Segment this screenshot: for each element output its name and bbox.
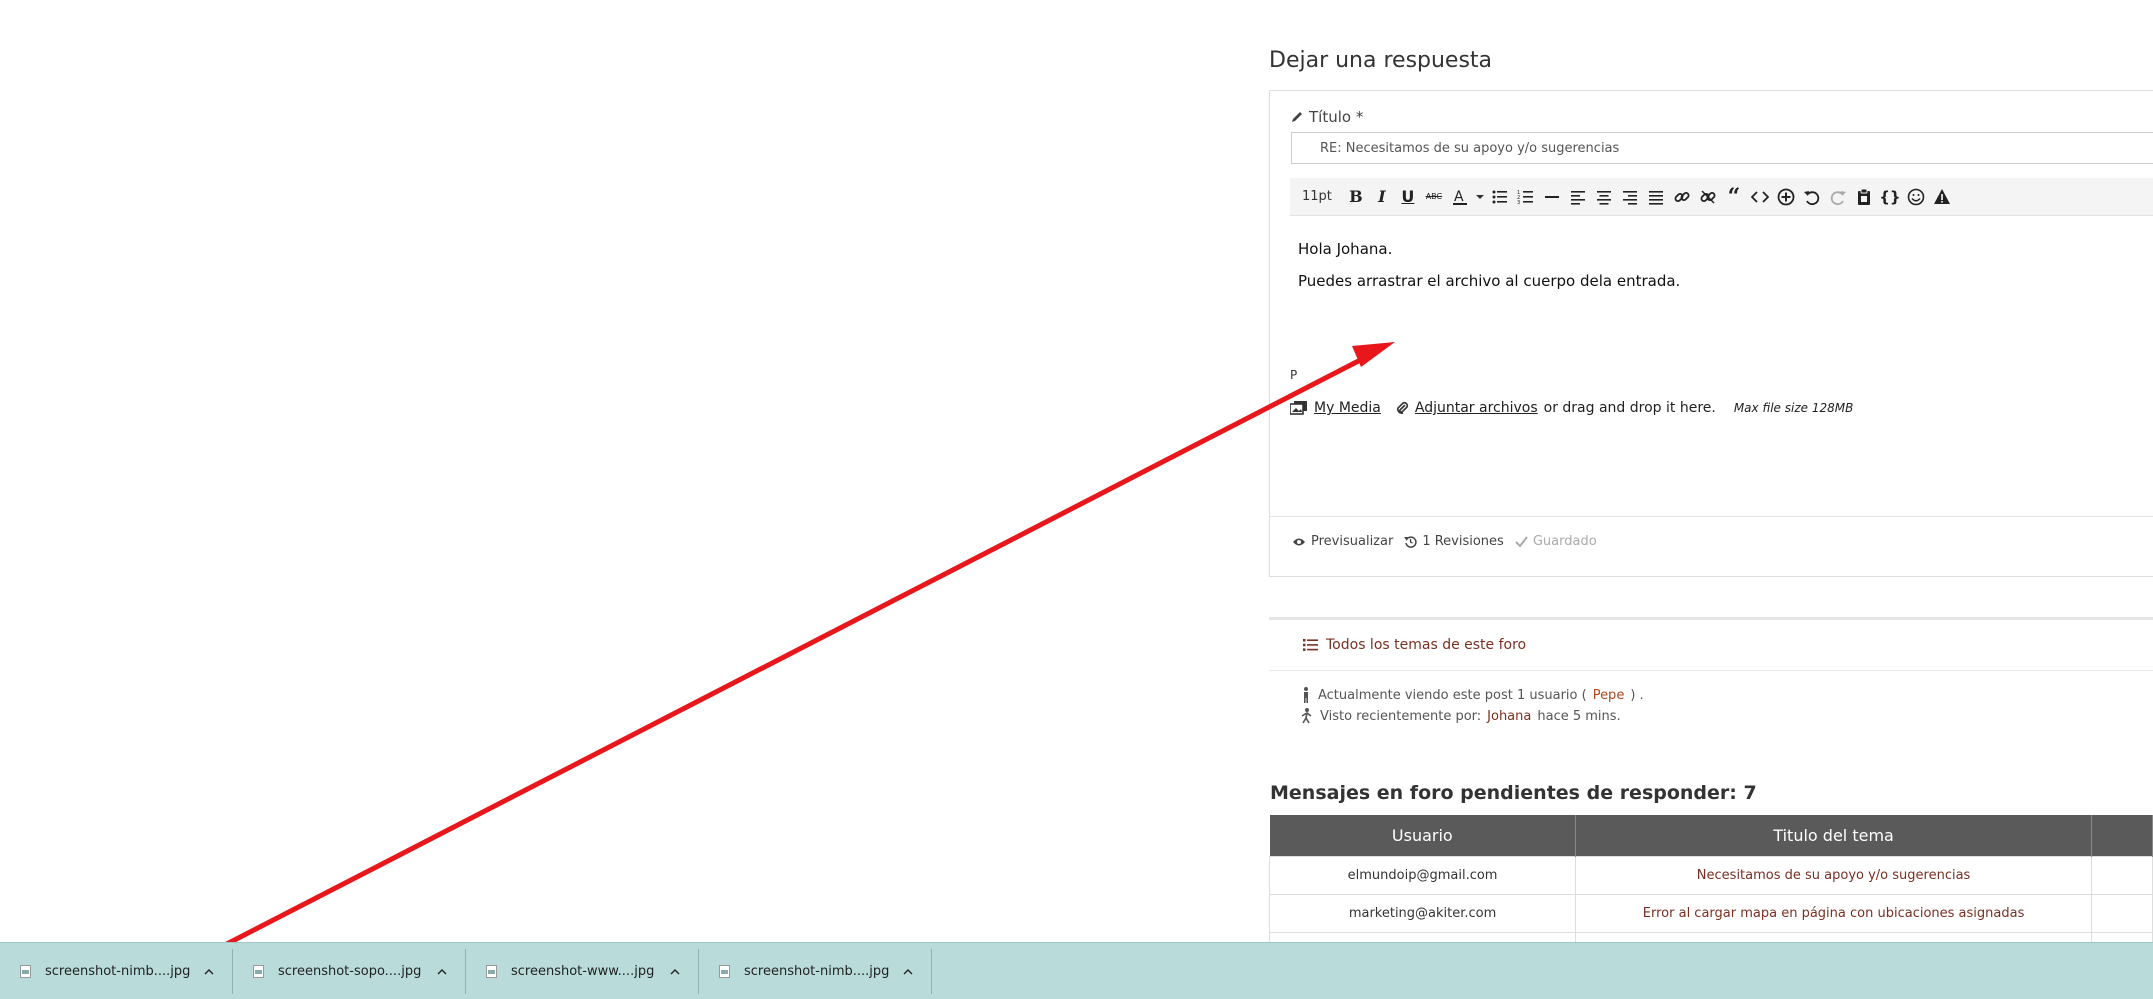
row-user: marketing@akiter.com	[1268, 894, 1577, 933]
recent-user-link[interactable]: Johana	[1487, 709, 1531, 724]
row-topic-link[interactable]: Error al cargar mapa en página con ubica…	[1575, 894, 2093, 933]
header-user[interactable]: Usuario	[1269, 815, 1577, 857]
viewing-now: Actualmente viendo este post 1 usuario (…	[1300, 687, 1644, 703]
revisions-link[interactable]: 1 Revisiones	[1422, 534, 1504, 549]
file-icon	[20, 964, 31, 978]
shortcode-icon[interactable]: {}	[1878, 184, 1902, 210]
pencil-icon	[1292, 112, 1302, 122]
max-file-size: Max file size 128MB	[1733, 401, 1854, 415]
header-topic[interactable]: Titulo del tema	[1575, 815, 2093, 857]
bold-icon[interactable]: B	[1344, 184, 1368, 210]
recent-prefix: Visto recientemente por:	[1320, 708, 1482, 724]
recent-suffix: hace 5 mins.	[1537, 708, 1621, 724]
font-size-select[interactable]: 11pt	[1298, 184, 1336, 210]
underline-icon[interactable]: U	[1396, 184, 1420, 210]
check-icon	[1515, 536, 1528, 547]
chevron-up-icon[interactable]	[200, 962, 218, 980]
emoji-icon[interactable]	[1904, 184, 1928, 210]
arrow-shaft	[184, 351, 1374, 968]
list-icon	[1303, 639, 1318, 651]
bullet-list-icon[interactable]	[1488, 184, 1512, 210]
align-right-icon[interactable]	[1618, 184, 1642, 210]
viewing-prefix: Actualmente viendo este post 1 usuario (	[1318, 687, 1587, 703]
pending-title: Mensajes en foro pendientes de responder…	[1270, 782, 1757, 804]
text-color-icon[interactable]: A	[1448, 184, 1472, 210]
preview-row: Previsualizar 1 Revisiones Guardado	[1292, 534, 1597, 549]
undo-icon[interactable]	[1800, 184, 1824, 210]
form-divider	[1270, 516, 2153, 517]
chevron-up-icon[interactable]	[666, 962, 684, 980]
chevron-up-icon[interactable]	[899, 962, 917, 980]
paperclip-icon	[1396, 401, 1408, 414]
recently-viewed: Visto recientemente por: Johana hace 5 m…	[1300, 708, 1621, 724]
section-divider	[1269, 617, 2153, 620]
download-item[interactable]: screenshot-nimb....jpg	[699, 948, 932, 994]
download-item[interactable]: screenshot-sopo....jpg	[233, 948, 466, 994]
all-topics-label: Todos los temas de este foro	[1326, 637, 1527, 653]
thin-divider	[1269, 670, 2153, 671]
my-media-link[interactable]: My Media	[1314, 400, 1381, 416]
reply-heading: Dejar una respuesta	[1269, 48, 1493, 73]
drag-drop-text: or drag and drop it here.	[1543, 400, 1716, 416]
blockquote-icon[interactable]: “	[1722, 184, 1746, 210]
editor-toolbar: 11pt B I U ABC A 123 “ {}	[1290, 178, 2153, 216]
editor-line-2[interactable]: Puedes arrastrar el archivo al cuerpo de…	[1298, 272, 1680, 290]
element-path: P	[1290, 368, 1298, 382]
horizontal-rule-icon[interactable]	[1540, 184, 1564, 210]
row-user: elmundoip@gmail.com	[1268, 856, 1577, 895]
download-name: screenshot-nimb....jpg	[45, 963, 191, 979]
history-icon	[1404, 536, 1417, 548]
preview-button[interactable]: Previsualizar	[1311, 534, 1393, 549]
title-input[interactable]	[1291, 132, 2153, 164]
file-icon	[486, 964, 497, 978]
file-icon	[253, 964, 264, 978]
attachment-row: My Media Adjuntar archivos or drag and d…	[1290, 400, 1853, 416]
align-left-icon[interactable]	[1566, 184, 1590, 210]
table-row: marketing@akiter.com Error al cargar map…	[1268, 894, 2153, 933]
chevron-down-icon[interactable]	[1474, 184, 1486, 210]
warning-icon[interactable]	[1930, 184, 1954, 210]
file-icon	[719, 964, 730, 978]
svg-text:3: 3	[1517, 200, 1520, 206]
media-icon	[1290, 401, 1307, 415]
redo-icon[interactable]	[1826, 184, 1850, 210]
download-name: screenshot-sopo....jpg	[278, 963, 422, 979]
table-header-row: Usuario Titulo del tema	[1269, 815, 2153, 857]
walking-icon	[1301, 708, 1312, 724]
header-extra	[2091, 815, 2153, 857]
download-name: screenshot-www....jpg	[511, 963, 655, 979]
viewing-suffix: ) .	[1630, 687, 1644, 703]
title-label-text: Título *	[1309, 108, 1364, 126]
editor-line-1[interactable]: Hola Johana.	[1298, 240, 1392, 258]
add-circle-icon[interactable]	[1774, 184, 1798, 210]
align-center-icon[interactable]	[1592, 184, 1616, 210]
viewing-user-link[interactable]: Pepe	[1593, 688, 1625, 703]
download-item[interactable]: screenshot-www....jpg	[466, 948, 699, 994]
strikethrough-icon[interactable]: ABC	[1422, 184, 1446, 210]
link-icon[interactable]	[1670, 184, 1694, 210]
align-justify-icon[interactable]	[1644, 184, 1668, 210]
svg-text:A: A	[1454, 189, 1464, 205]
numbered-list-icon[interactable]: 123	[1514, 184, 1538, 210]
saved-status: Guardado	[1532, 534, 1597, 549]
title-label: Título *	[1290, 108, 1363, 126]
all-topics-link[interactable]: Todos los temas de este foro	[1303, 637, 1526, 653]
paste-icon[interactable]	[1852, 184, 1876, 210]
italic-icon[interactable]: I	[1370, 184, 1394, 210]
code-icon[interactable]	[1748, 184, 1772, 210]
row-extra	[2091, 856, 2153, 895]
attach-files-link[interactable]: Adjuntar archivos	[1415, 400, 1538, 416]
download-item[interactable]: screenshot-nimb....jpg	[0, 948, 233, 994]
download-name: screenshot-nimb....jpg	[744, 963, 890, 979]
chevron-up-icon[interactable]	[433, 962, 451, 980]
unlink-icon[interactable]	[1696, 184, 1720, 210]
eye-icon	[1293, 538, 1305, 545]
downloads-bar: screenshot-nimb....jpg screenshot-sopo..…	[0, 942, 2153, 999]
row-extra	[2091, 894, 2153, 933]
table-row: elmundoip@gmail.com Necesitamos de su ap…	[1268, 856, 2153, 895]
person-icon	[1304, 687, 1308, 703]
row-topic-link[interactable]: Necesitamos de su apoyo y/o sugerencias	[1575, 856, 2093, 895]
